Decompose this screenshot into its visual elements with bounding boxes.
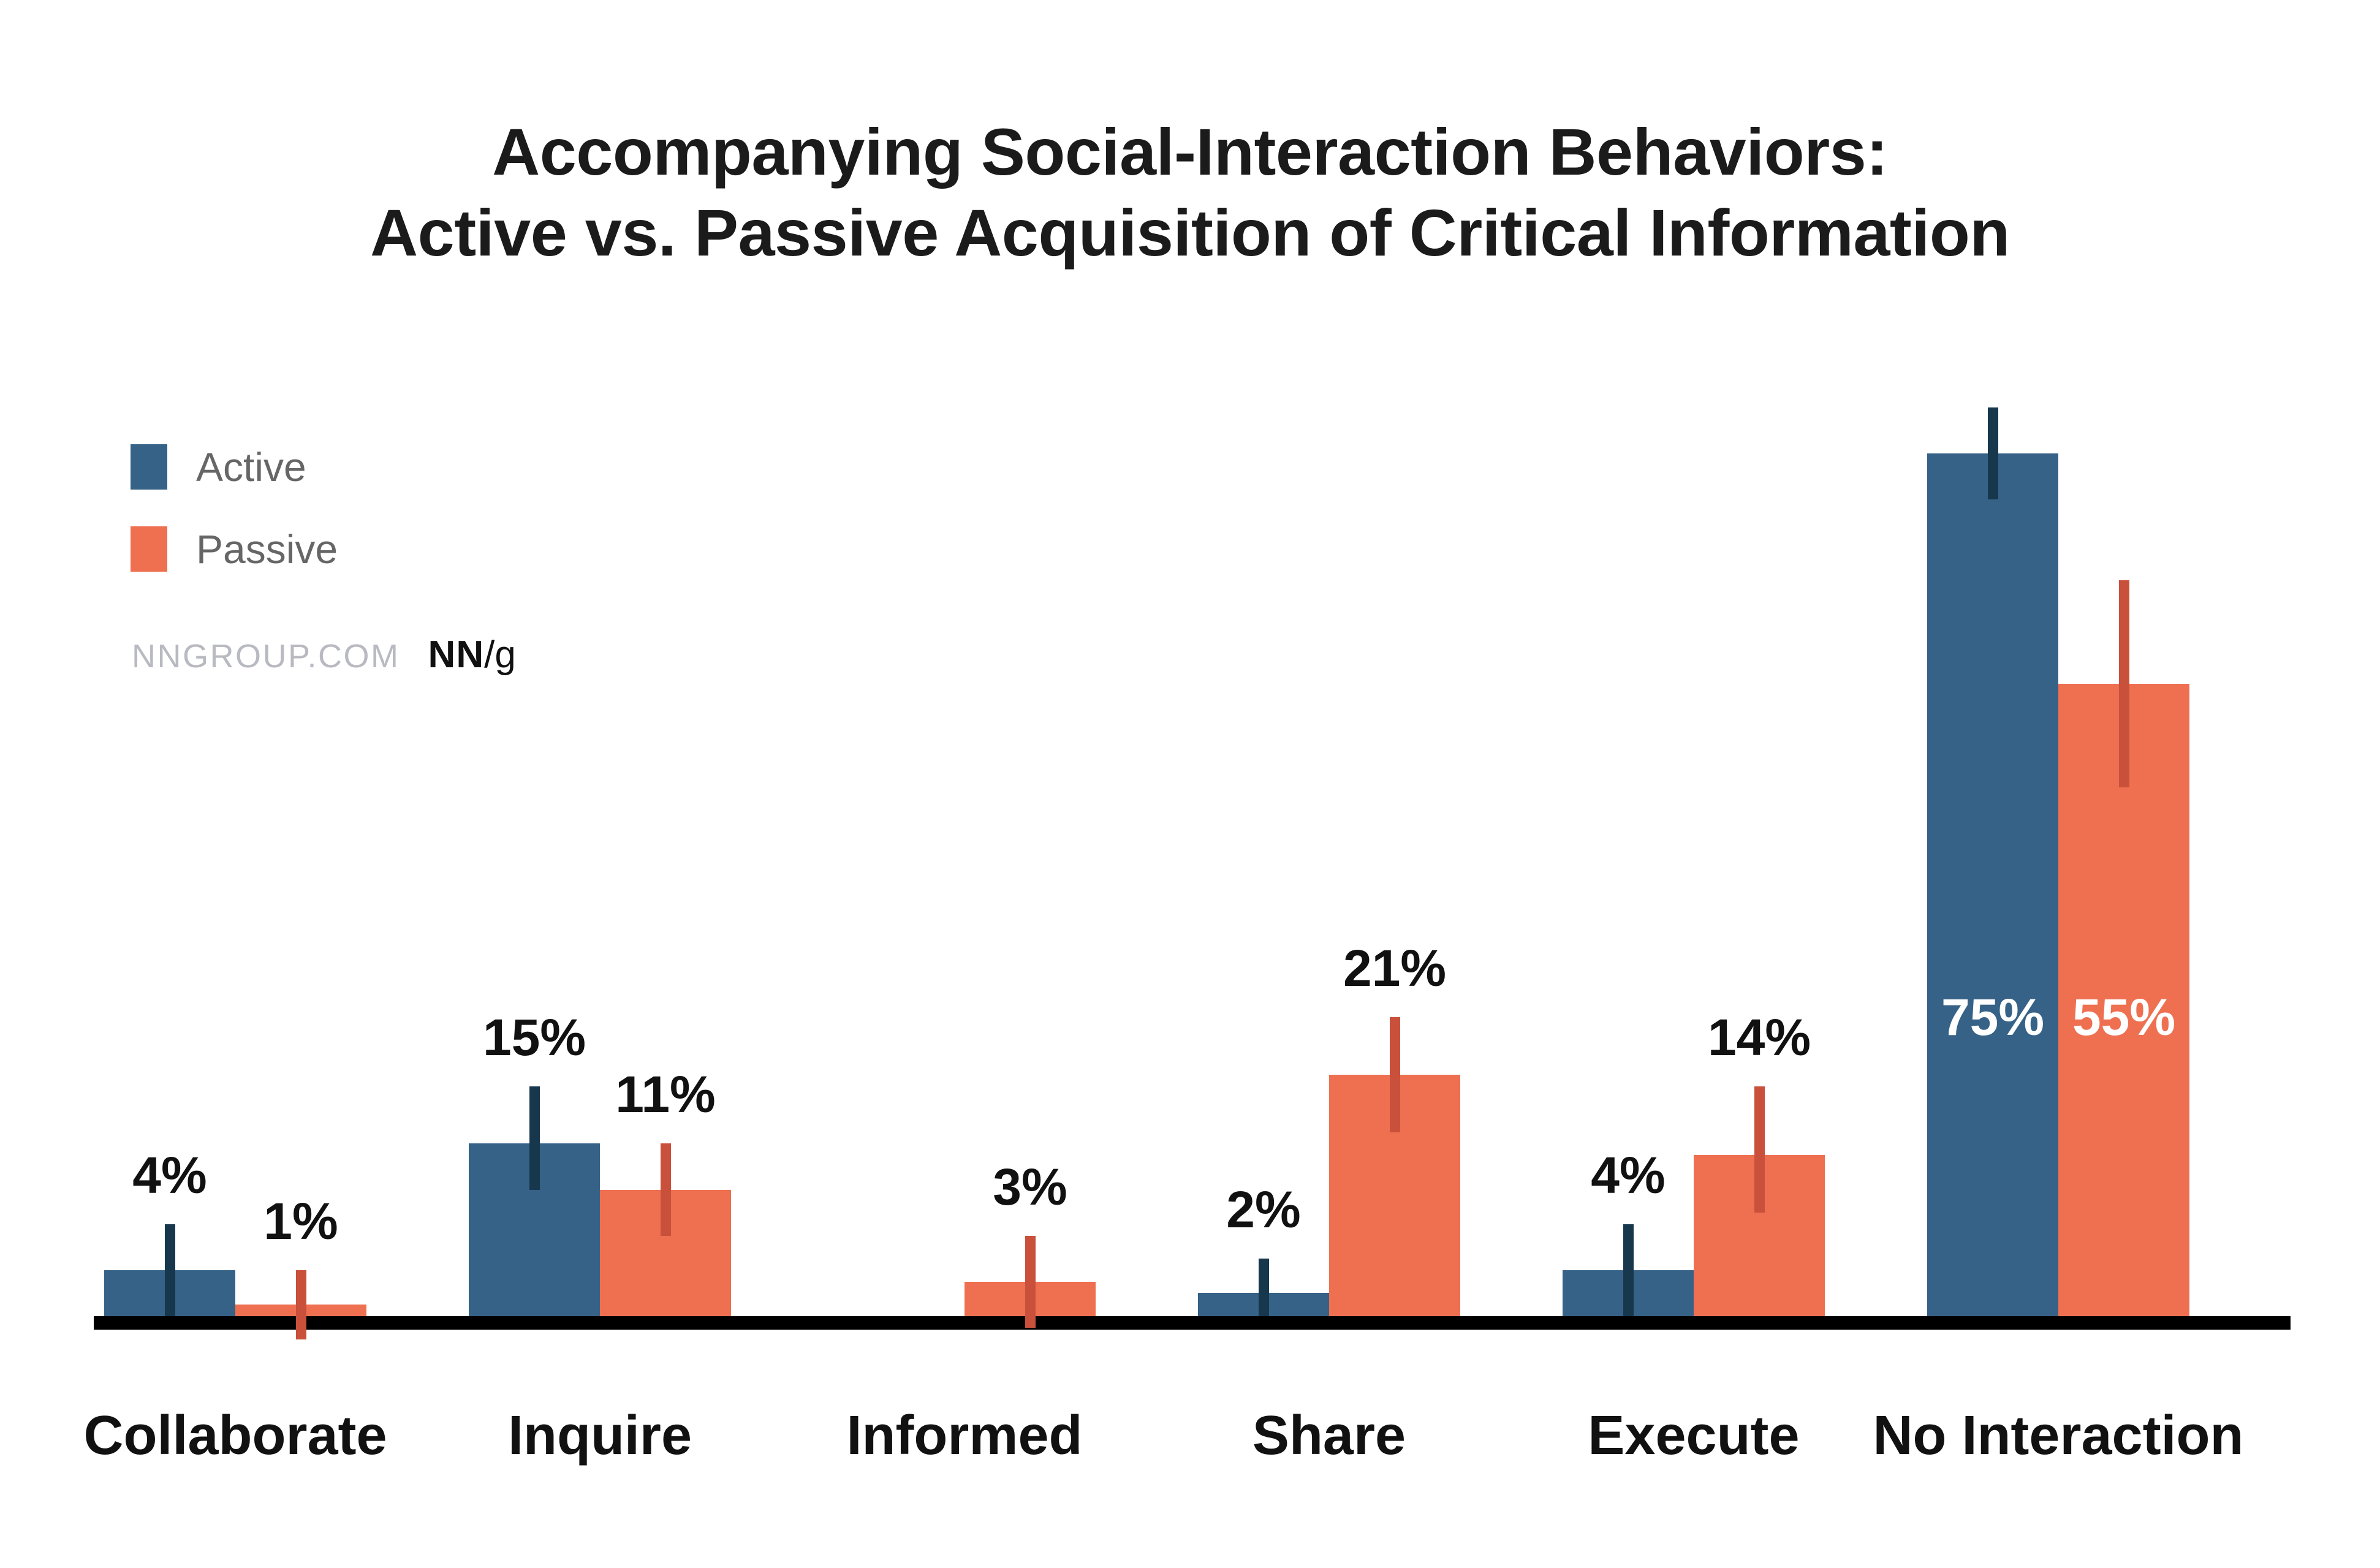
bar-active-no-interaction[interactable] — [1927, 453, 2058, 1316]
error-bar-passive-informed — [1025, 1235, 1036, 1328]
x-axis-label-inquire: Inquire — [507, 1405, 692, 1466]
x-axis-label-informed: Informed — [846, 1405, 1083, 1466]
error-bar-passive-collaborate — [296, 1270, 306, 1339]
error-bar-active-execute — [1623, 1224, 1634, 1316]
value-label-active-no-interaction: 75% — [1941, 988, 2045, 1046]
x-axis-label-share: Share — [1252, 1405, 1406, 1466]
error-bar-active-collaborate — [165, 1224, 175, 1316]
value-label-passive-share: 21% — [1343, 939, 1447, 997]
x-axis-label-no-interaction: No Interaction — [1873, 1405, 2244, 1466]
error-bar-passive-inquire — [661, 1143, 671, 1236]
value-label-active-share: 2% — [1226, 1181, 1301, 1239]
value-label-passive-execute: 14% — [1707, 1008, 1811, 1066]
value-label-active-execute: 4% — [1591, 1146, 1666, 1204]
error-bar-passive-share — [1390, 1017, 1400, 1132]
value-label-active-inquire: 15% — [482, 1008, 586, 1066]
value-label-passive-inquire: 11% — [615, 1066, 716, 1124]
value-label-passive-informed: 3% — [993, 1157, 1067, 1216]
value-label-active-collaborate: 4% — [132, 1146, 207, 1204]
x-axis-label-execute: Execute — [1588, 1405, 1800, 1466]
error-bar-passive-execute — [1754, 1086, 1765, 1213]
error-bar-active-share — [1259, 1259, 1269, 1316]
value-label-passive-collaborate: 1% — [263, 1192, 338, 1250]
plot-area: 4% 1% Collaborate 15% 11% Inquire 3% Informed 2%… — [0, 0, 2380, 1568]
error-bar-active-inquire — [529, 1086, 540, 1190]
error-bar-active-no-interaction — [1988, 407, 1998, 500]
x-axis-line — [94, 1316, 2291, 1330]
value-label-passive-no-interaction: 55% — [2072, 988, 2176, 1046]
x-axis-label-collaborate: Collaborate — [83, 1405, 387, 1466]
chart-figure: Accompanying Social-Interaction Behavior… — [0, 0, 2380, 1568]
error-bar-passive-no-interaction — [2119, 580, 2129, 787]
